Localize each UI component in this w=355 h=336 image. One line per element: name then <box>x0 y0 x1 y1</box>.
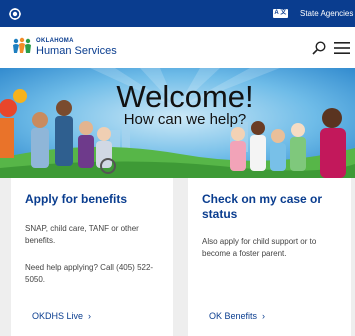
chevron-right-icon: › <box>262 311 266 321</box>
action-cards: Apply for benefits SNAP, child care, TAN… <box>0 178 355 336</box>
hero-subtitle: How can we help? <box>123 111 247 128</box>
logo-text-oklahoma: OKLAHOMA <box>36 38 74 44</box>
link-label: OK Benefits <box>209 311 258 321</box>
state-agencies-link[interactable]: State Agencies <box>300 9 353 19</box>
chevron-right-icon: › <box>88 311 92 321</box>
card-description: SNAP, child care, TANF or other benefits… <box>25 224 139 245</box>
ohs-logo-icon[interactable] <box>11 37 33 55</box>
card-help-text: Need help applying? Call (405) 522-5050. <box>25 263 154 284</box>
hero-banner: Welcome! How can we help? <box>0 68 355 178</box>
site-header: OKLAHOMA Human Services <box>0 27 355 68</box>
oklahoma-seal-icon[interactable] <box>9 8 21 20</box>
card-title: Apply for benefits <box>25 192 128 206</box>
card-description: Also apply for child support or to becom… <box>202 237 317 258</box>
okdhs-live-link[interactable]: OKDHS Live › <box>32 311 91 322</box>
card-title: Check on my case or status <box>202 192 323 221</box>
logo-text-human-services: Human Services <box>36 45 117 57</box>
state-bar: A 文 State Agencies <box>0 0 355 27</box>
card-check-case-status: Check on my case or status Also apply fo… <box>188 178 351 336</box>
card-apply-for-benefits: Apply for benefits SNAP, child care, TAN… <box>11 178 173 336</box>
ok-benefits-link[interactable]: OK Benefits › <box>209 311 265 322</box>
search-icon[interactable] <box>312 41 326 55</box>
hamburger-menu-icon[interactable] <box>334 41 350 55</box>
translate-icon[interactable]: A 文 <box>273 9 288 18</box>
hero-title: Welcome! <box>116 79 254 114</box>
link-label: OKDHS Live <box>32 311 84 321</box>
